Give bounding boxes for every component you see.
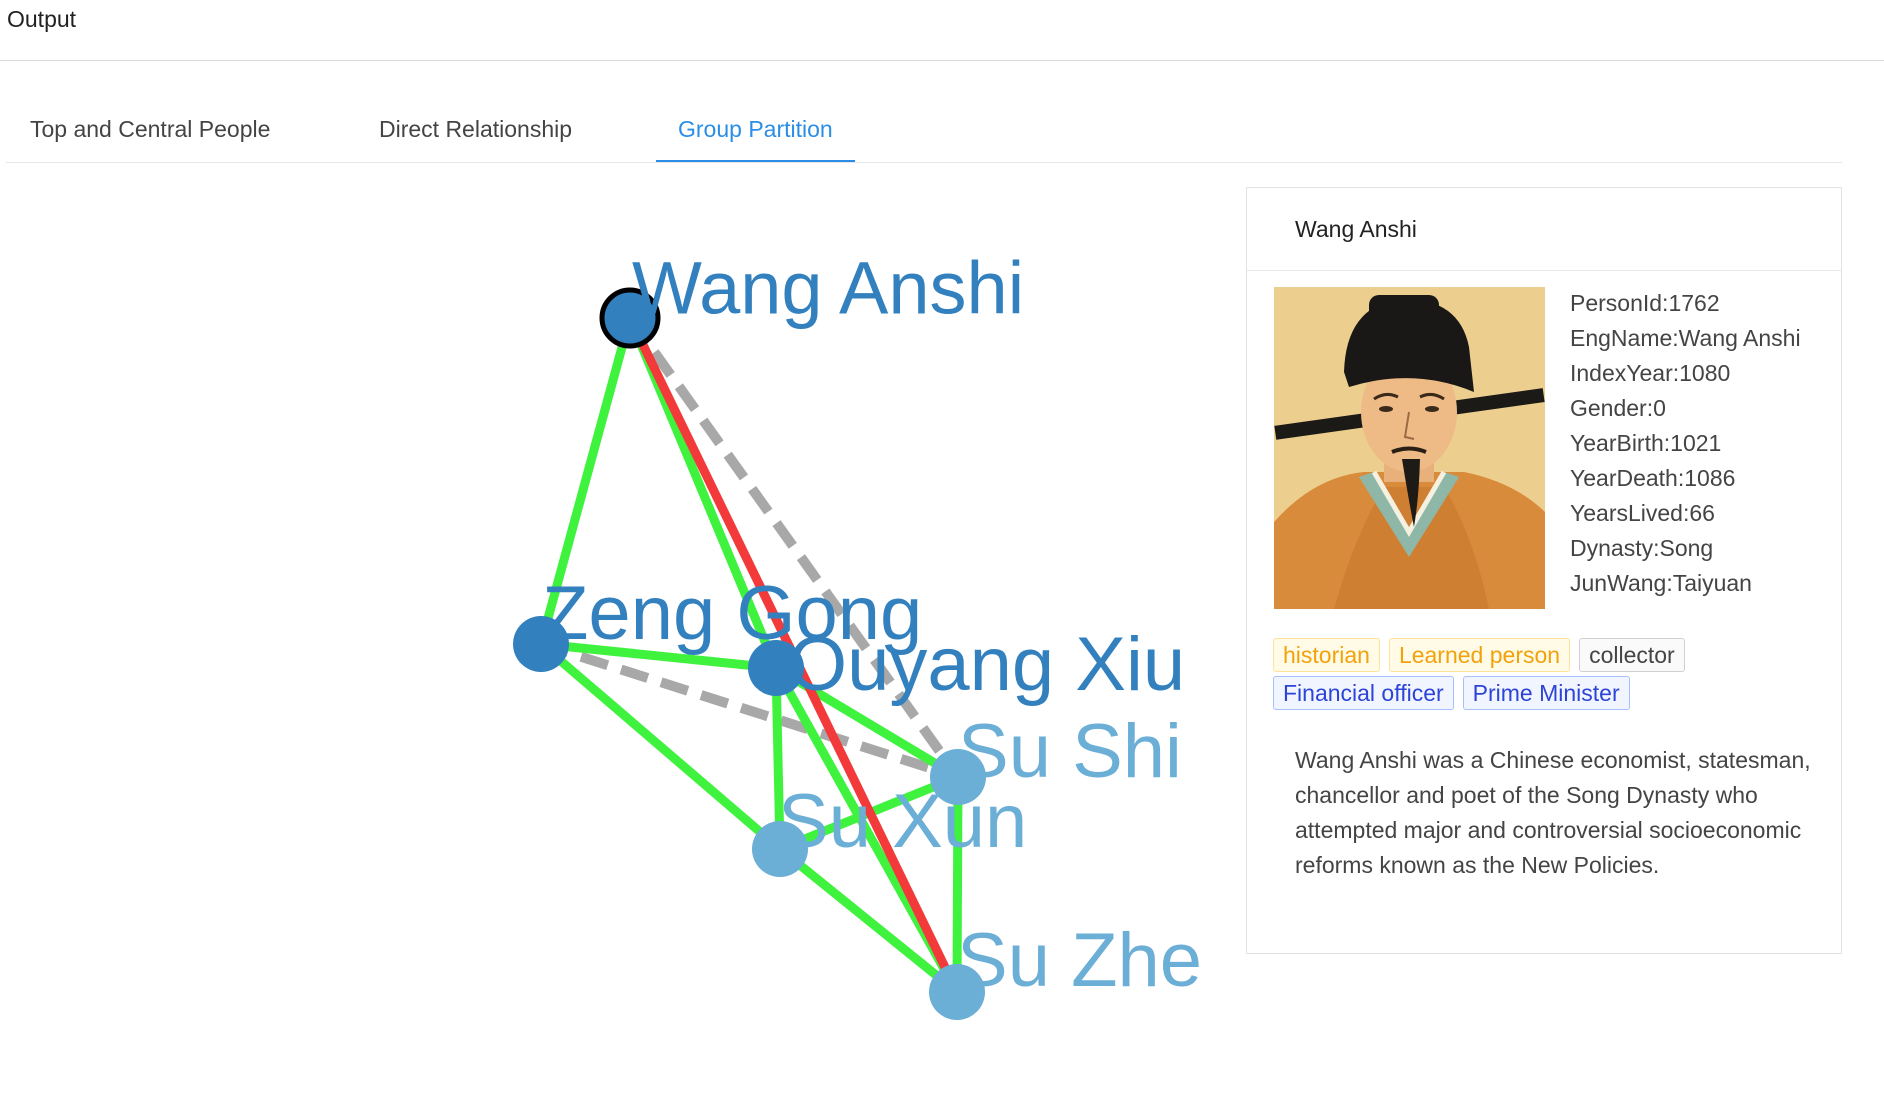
node-label-wang-anshi: Wang Anshi bbox=[632, 247, 1024, 330]
person-description: Wang Anshi was a Chinese economist, stat… bbox=[1295, 747, 1811, 878]
person-attribute: Dynasty:Song bbox=[1570, 535, 1714, 561]
portrait-image bbox=[1274, 287, 1545, 609]
person-attribute: JunWang:Taiyuan bbox=[1570, 570, 1752, 596]
person-attribute: EngName:Wang Anshi bbox=[1570, 325, 1801, 351]
tab-group-partition[interactable]: Group Partition bbox=[656, 116, 855, 162]
person-attribute: Gender:0 bbox=[1570, 395, 1666, 421]
graph-labels: Wang AnshiZeng GongOuyang XiuSu ShiSu Xu… bbox=[542, 247, 1202, 1004]
edge-su-xun-su-zhe bbox=[777, 845, 960, 996]
person-tag-list: historian Learned person collector Financia… bbox=[1273, 638, 1833, 714]
output-header: Output bbox=[0, 0, 1884, 61]
tag-collector[interactable]: collector bbox=[1579, 638, 1685, 672]
network-graph: Wang AnshiZeng GongOuyang XiuSu ShiSu Xu… bbox=[513, 247, 1202, 1020]
node-label-su-zhe: Su Zhe bbox=[957, 918, 1202, 1003]
tag-historian[interactable]: historian bbox=[1273, 638, 1380, 672]
person-attribute: YearsLived:66 bbox=[1570, 500, 1715, 526]
person-name-heading: Wang Anshi bbox=[1247, 188, 1841, 271]
tab-bar: Top and Central People Direct Relationsh… bbox=[6, 100, 1842, 163]
node-label-ouyang-xiu: Ouyang Xiu bbox=[788, 622, 1185, 707]
tag-financial-officer[interactable]: Financial officer bbox=[1273, 676, 1454, 710]
tag-learned-person[interactable]: Learned person bbox=[1388, 638, 1571, 672]
node-label-su-xun: Su Xun bbox=[778, 779, 1027, 864]
edge-zeng-gong-su-xun bbox=[538, 640, 783, 853]
person-attribute: IndexYear:1080 bbox=[1570, 360, 1731, 386]
person-attribute: YearBirth:1021 bbox=[1570, 430, 1722, 456]
tag-prime-minister[interactable]: Prime Minister bbox=[1462, 676, 1630, 710]
tab-top-and-central-people[interactable]: Top and Central People bbox=[30, 116, 270, 162]
person-attribute: YearDeath:1086 bbox=[1570, 465, 1736, 491]
header-title: Output bbox=[7, 6, 77, 32]
person-detail-card: Wang Anshi PersonId:1762 EngName:Wang Ans… bbox=[1246, 187, 1842, 954]
person-attribute: PersonId:1762 bbox=[1570, 290, 1720, 316]
person-attribute-list: PersonId:1762 EngName:Wang Anshi IndexYear… bbox=[1570, 286, 1801, 601]
tab-direct-relationship[interactable]: Direct Relationship bbox=[379, 116, 572, 162]
